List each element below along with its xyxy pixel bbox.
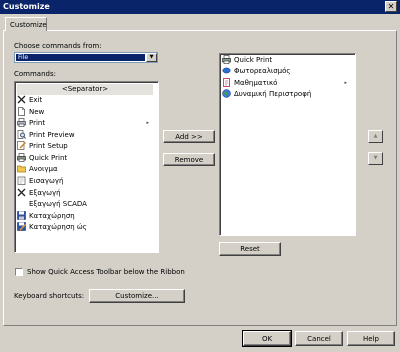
chevron-down-icon[interactable]: ▼ (146, 53, 157, 62)
move-down-button[interactable]: ▼ (368, 152, 383, 165)
list-item-label: Print Preview (29, 131, 75, 139)
list-item[interactable]: Print Preview (17, 129, 75, 141)
title-bar: Customize ✕ (0, 0, 400, 14)
list-item-label: Print Setup (29, 142, 68, 150)
cancel-button[interactable]: Cancel (295, 331, 343, 346)
list-item-label: Καταχώρηση (29, 212, 75, 220)
open-folder-icon (17, 164, 26, 173)
list-item[interactable]: Print Setup (17, 140, 68, 152)
list-item[interactable]: Φωτορεαλισμός (222, 66, 291, 77)
list-item-label: Εξαγωγή (29, 189, 61, 197)
list-item[interactable]: New (17, 106, 45, 118)
list-item-label: Print (29, 119, 46, 127)
show-below-ribbon-label: Show Quick Access Toolbar below the Ribb… (27, 268, 185, 276)
math-icon (222, 77, 231, 87)
list-item-label: Δυναμική Περιστροφή (234, 90, 312, 98)
list-item-label: Εισαγωγή (29, 177, 64, 185)
quick-print-icon (17, 152, 26, 162)
x-icon (17, 95, 26, 104)
add-button[interactable]: Add >> (163, 130, 215, 143)
list-item-label: Εξαγωγή SCADA (29, 200, 87, 208)
new-doc-icon (17, 106, 26, 116)
import-icon (17, 176, 26, 185)
list-item[interactable]: Εξαγωγή (17, 188, 61, 199)
save-as-icon (17, 221, 26, 231)
blank-icon (17, 199, 26, 208)
submenu-arrow-icon: ▸ (146, 120, 149, 126)
keyboard-shortcuts-label: Keyboard shortcuts: (14, 292, 85, 300)
list-item[interactable]: Ανοιγμα (17, 164, 58, 175)
quick-print-icon (222, 54, 231, 64)
list-item-label: Quick Print (29, 154, 68, 162)
printer-icon (17, 117, 26, 127)
list-item[interactable]: Καταχώρηση (17, 210, 75, 222)
list-item-label: Quick Print (234, 56, 273, 64)
commands-label: Commands: (14, 70, 56, 78)
list-item-label: New (29, 108, 45, 116)
print-preview-icon (17, 129, 26, 139)
reset-button[interactable]: Reset (219, 242, 281, 256)
list-item-label: Φωτορεαλισμός (234, 67, 291, 75)
close-button[interactable]: ✕ (385, 1, 397, 12)
list-item[interactable]: Δυναμική Περιστροφή (222, 88, 312, 100)
list-item[interactable]: Εισαγωγή (17, 176, 63, 187)
list-item[interactable]: Quick Print (17, 152, 68, 164)
list-item[interactable]: Exit (17, 95, 42, 106)
help-button[interactable]: Help (347, 331, 395, 346)
list-item[interactable]: Καταχώρηση ώς (17, 221, 87, 233)
move-up-button[interactable]: ▲ (368, 130, 383, 143)
choose-commands-value: File (16, 54, 145, 61)
list-item-label: <Separator> (61, 85, 109, 93)
customize-shortcuts-button[interactable]: Customize... (89, 289, 185, 303)
save-icon (17, 210, 26, 220)
ok-button[interactable]: OK (242, 330, 292, 347)
globe-icon (222, 88, 231, 98)
list-item[interactable]: Print ▸ (17, 117, 155, 129)
choose-commands-dropdown[interactable]: File ▼ (14, 52, 158, 63)
print-setup-icon (17, 140, 26, 150)
list-item-label: Καταχώρηση ώς (29, 223, 87, 231)
list-item[interactable]: Quick Print (222, 54, 273, 66)
list-item[interactable]: Εξαγωγή SCADA (17, 199, 87, 210)
list-item[interactable]: <Separator> (17, 84, 153, 95)
commands-list[interactable]: <Separator> Exit New Print ▸ Print Previ… (14, 81, 159, 253)
list-item-label: Exit (29, 96, 43, 104)
choose-commands-label: Choose commands from: (14, 42, 102, 50)
toolbar-list[interactable]: Quick Print Φωτορεαλισμός Μαθηματικό ▸ Δ… (219, 53, 356, 236)
list-item[interactable]: Μαθηματικό ▸ (222, 77, 353, 89)
submenu-arrow-icon: ▸ (344, 80, 347, 86)
list-item-label: Μαθηματικό (234, 79, 278, 87)
tab-customize[interactable]: Customize (5, 17, 47, 31)
window-title: Customize (3, 2, 50, 11)
x-icon (17, 188, 26, 197)
list-item-label: Ανοιγμα (29, 165, 58, 173)
remove-button[interactable]: Remove (163, 153, 215, 166)
show-below-ribbon-checkbox[interactable] (15, 268, 23, 276)
blue-blob-icon (222, 66, 231, 75)
